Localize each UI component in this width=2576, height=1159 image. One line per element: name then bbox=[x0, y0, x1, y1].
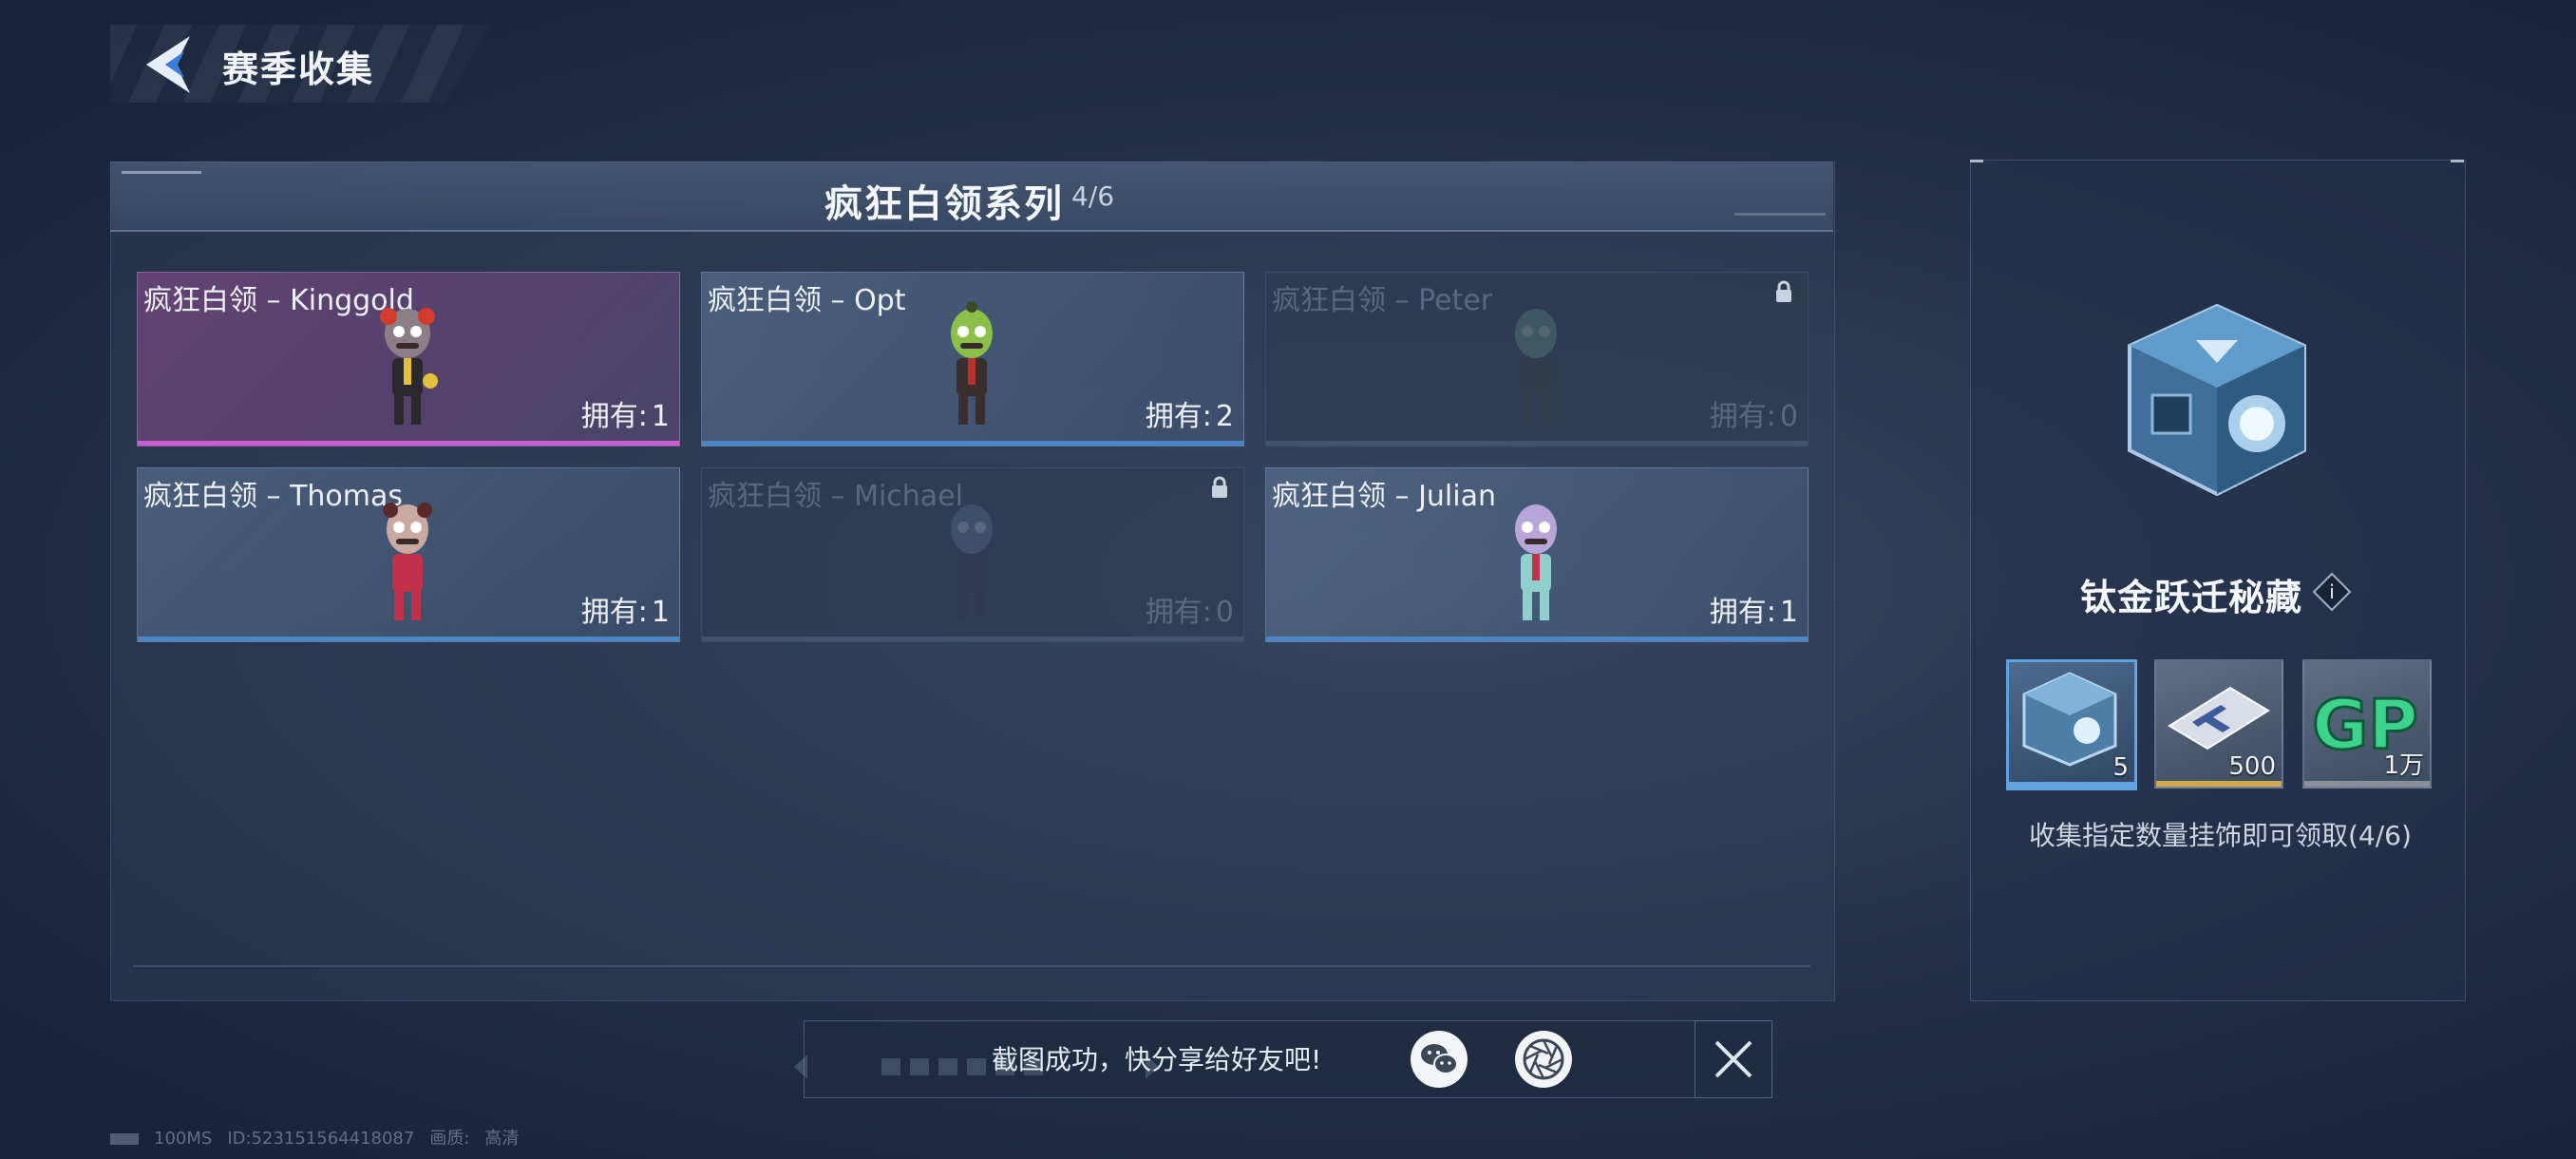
rarity-bar bbox=[702, 441, 1243, 446]
lock-icon bbox=[1212, 476, 1227, 498]
rarity-bar bbox=[1266, 636, 1808, 641]
owned-count: 拥有: 0 bbox=[1145, 596, 1234, 629]
titanium-crate-icon[interactable] bbox=[2114, 300, 2320, 500]
reward-description: 收集指定数量挂饰即可领取(4/6) bbox=[2029, 820, 2412, 851]
collection-card-peter[interactable]: 疯狂白领 – Peter 拥有: 0 bbox=[1265, 272, 1809, 446]
owned-count: 拥有: 1 bbox=[580, 596, 670, 629]
quality-value: 高清 bbox=[484, 1129, 520, 1149]
collection-card-opt[interactable]: 疯狂白领 – Opt 拥有: 2 bbox=[701, 272, 1244, 446]
wechat-share-icon[interactable] bbox=[1410, 1030, 1468, 1089]
reward-item-gp[interactable]: GP 1万 bbox=[2302, 659, 2432, 788]
reward-quantity: 1万 bbox=[2383, 751, 2424, 780]
cube-icon bbox=[2022, 672, 2117, 767]
signal-icon bbox=[110, 1133, 139, 1145]
reward-quantity: 5 bbox=[2112, 753, 2129, 782]
series-title: 疯狂白领系列 bbox=[824, 182, 1064, 226]
svg-text:i: i bbox=[2329, 580, 2335, 603]
status-footer: 100MS ID:523151564418087 画质: 高清 bbox=[110, 1125, 534, 1150]
lock-icon bbox=[1776, 280, 1791, 302]
close-icon bbox=[1714, 1040, 1752, 1078]
player-id: ID:523151564418087 bbox=[227, 1129, 415, 1149]
owned-count: 拥有: 0 bbox=[1709, 400, 1798, 433]
owned-count: 拥有: 1 bbox=[1709, 596, 1798, 629]
reward-quantity: 500 bbox=[2228, 752, 2276, 781]
camera-shutter-icon[interactable] bbox=[1514, 1030, 1573, 1089]
zombie-charm-figure-icon bbox=[383, 503, 432, 620]
back-button[interactable] bbox=[133, 30, 209, 99]
header-decoration bbox=[1734, 213, 1826, 216]
page-title: 赛季收集 bbox=[222, 48, 375, 90]
rarity-bar bbox=[2304, 781, 2430, 787]
card-name: 疯狂白领 – Michael bbox=[708, 480, 963, 513]
card-name: 疯狂白领 – Julian bbox=[1272, 480, 1497, 513]
zombie-charm-figure-icon bbox=[1515, 309, 1557, 425]
back-arrow-icon bbox=[146, 36, 190, 93]
reward-item-crate[interactable]: 5 bbox=[2006, 659, 2137, 790]
rarity-bar bbox=[2009, 782, 2134, 788]
collection-card-kinggold[interactable]: 疯狂白领 – Kinggold 拥有: 1 bbox=[137, 272, 680, 446]
collection-card-julian[interactable]: 疯狂白领 – Julian 拥有: 1 bbox=[1265, 467, 1809, 642]
divider bbox=[133, 965, 1810, 967]
card-name: 疯狂白领 – Peter bbox=[1272, 284, 1493, 317]
panel-corner-decoration bbox=[2451, 160, 2464, 162]
reward-item-card[interactable]: 500 bbox=[2154, 659, 2283, 788]
zombie-charm-figure-icon bbox=[951, 504, 993, 620]
owned-count: 拥有: 1 bbox=[580, 400, 670, 433]
reward-name: 钛金跃迁秘藏 bbox=[2080, 577, 2303, 618]
close-share-button[interactable] bbox=[1695, 1020, 1772, 1098]
share-message: 截图成功，快分享给好友吧! bbox=[992, 1044, 1322, 1075]
zombie-charm-figure-icon bbox=[951, 301, 993, 425]
rarity-bar bbox=[1266, 441, 1808, 446]
zombie-charm-figure-icon bbox=[1515, 504, 1557, 620]
rarity-bar bbox=[138, 441, 679, 446]
card-name: 疯狂白领 – Opt bbox=[708, 284, 906, 317]
rarity-bar bbox=[702, 636, 1243, 641]
quality-label: 画质: bbox=[429, 1129, 470, 1149]
panel-corner-decoration bbox=[1970, 160, 1983, 162]
ping-value: 100MS bbox=[154, 1129, 213, 1149]
rarity-bar bbox=[2156, 781, 2282, 787]
info-icon[interactable]: i bbox=[2312, 572, 2352, 612]
zombie-charm-figure-icon bbox=[380, 308, 438, 425]
collection-card-thomas[interactable]: 疯狂白领 – Thomas 拥有: 1 bbox=[137, 467, 680, 642]
rarity-bar bbox=[138, 636, 679, 641]
series-progress-count: 4/6 bbox=[1071, 180, 1115, 212]
header-decoration bbox=[122, 171, 201, 174]
owned-count: 拥有: 2 bbox=[1145, 400, 1234, 433]
collection-card-michael[interactable]: 疯狂白领 – Michael 拥有: 0 bbox=[701, 467, 1244, 642]
